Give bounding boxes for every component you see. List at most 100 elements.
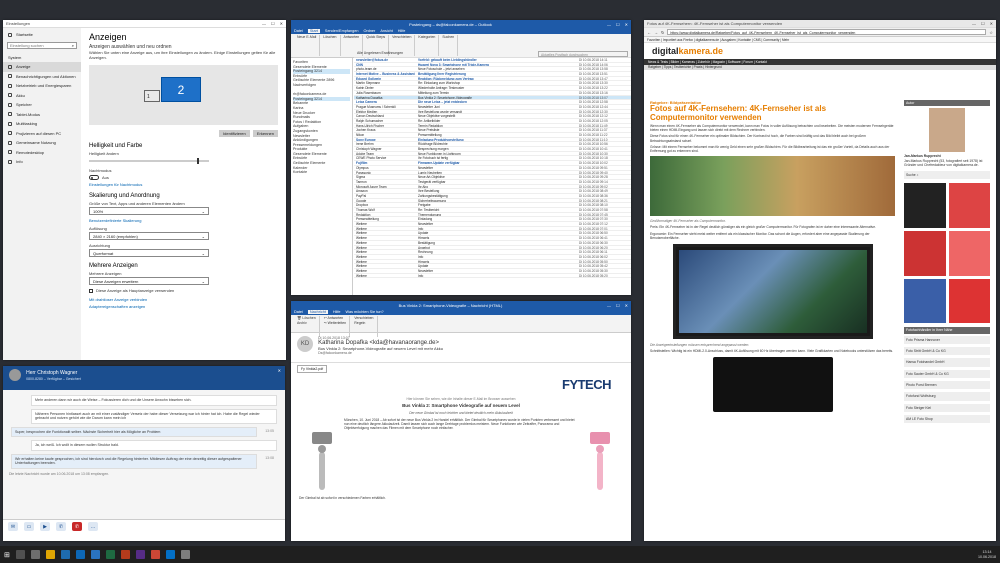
- sidebar-item[interactable]: Multitasking: [3, 119, 81, 129]
- minimize-icon[interactable]: —: [262, 21, 266, 26]
- ribbon-tab[interactable]: Senden/Empfangen: [325, 29, 359, 33]
- chrome-icon[interactable]: [150, 550, 160, 559]
- dealer-item[interactable]: Photo Porst Bremen: [904, 380, 990, 390]
- maximize-icon[interactable]: ☐: [616, 303, 620, 308]
- address-input[interactable]: https://www.digitalkamera.de/Ratgeber/Fo…: [667, 29, 987, 35]
- ribbon-group[interactable]: Neue E-Mail: [294, 35, 321, 56]
- sidebar-item-label: Anzeige: [16, 64, 31, 70]
- identify-button[interactable]: Identifizieren: [219, 130, 250, 137]
- onenote-icon[interactable]: [135, 550, 145, 559]
- search-icon[interactable]: [15, 550, 25, 559]
- minimize-icon[interactable]: —: [972, 21, 976, 26]
- close-icon[interactable]: ✕: [625, 22, 628, 27]
- attachment[interactable]: Fy Vinkla2.pdf: [297, 365, 328, 373]
- maximize-icon[interactable]: ☐: [981, 21, 985, 26]
- monitor-1[interactable]: 1: [144, 90, 160, 102]
- dealer-item[interactable]: Hansa Fotohandel GmbH: [904, 358, 990, 367]
- message-tab[interactable]: Datei: [294, 310, 303, 314]
- sidebar-item[interactable]: Speicher: [3, 100, 81, 110]
- site-logo[interactable]: digitalkamera.de: [652, 46, 723, 56]
- ribbon-tab[interactable]: Start: [307, 29, 320, 33]
- folder-item[interactable]: Kontakte: [293, 170, 350, 175]
- word-icon[interactable]: [90, 550, 100, 559]
- dealer-item[interactable]: Foto Steiger Kiel: [904, 403, 990, 412]
- minimize-icon[interactable]: —: [607, 22, 611, 27]
- sidebar-item[interactable]: Info: [3, 157, 81, 167]
- table-row[interactable]: Weitere Info Di 10.06.2018 05:20: [354, 274, 631, 279]
- dealer-item[interactable]: Foto Stritt GmbH & Co KG: [904, 347, 990, 356]
- maximize-icon[interactable]: ☐: [271, 21, 275, 26]
- explorer-icon[interactable]: [45, 550, 55, 559]
- sidebar-item[interactable]: Tablet-Modus: [3, 110, 81, 120]
- powerpoint-icon[interactable]: [120, 550, 130, 559]
- custom-scale-link[interactable]: Benutzerdefinierte Skalierung: [89, 218, 278, 223]
- sidebar-search[interactable]: Suche ⌕: [904, 171, 990, 180]
- filter-tabs[interactable]: Alle Ungelesen Erwähnungen: [357, 51, 403, 56]
- settings-icon[interactable]: [180, 550, 190, 559]
- message-tab[interactable]: Was möchten Sie tun?: [346, 310, 384, 314]
- site-subnav[interactable]: Ratgeber | Tipps | Testberichte | Praxis…: [644, 65, 996, 70]
- adapter-link[interactable]: Adaptereigenschaften anzeigen: [89, 304, 278, 309]
- sidebar-item[interactable]: Projizieren auf diesen PC: [3, 129, 81, 139]
- resolution-select[interactable]: 2840 × 2160 (empfohlen) ⌄: [89, 232, 209, 241]
- task-view-icon[interactable]: [30, 550, 40, 559]
- orientation-select[interactable]: Querformat ⌄: [89, 249, 209, 258]
- edge-icon[interactable]: [60, 550, 70, 559]
- video-icon[interactable]: ▶: [40, 522, 50, 531]
- sidebar-item[interactable]: Benachrichtigungen und Aktionen: [3, 72, 81, 82]
- message-tab[interactable]: Nachricht: [307, 310, 328, 314]
- minimize-icon[interactable]: —: [607, 303, 611, 308]
- ribbon-tab[interactable]: Datei: [294, 29, 303, 33]
- scale-select[interactable]: 100% ⌄: [89, 207, 209, 216]
- brightness-slider[interactable]: [89, 158, 209, 164]
- ribbon-tab[interactable]: Hilfe: [398, 29, 406, 33]
- nav-home[interactable]: Startseite: [3, 30, 81, 40]
- message-icon[interactable]: ✉: [8, 522, 18, 531]
- main-display-checkbox[interactable]: [89, 289, 93, 294]
- windows-start-icon[interactable]: ⊞: [4, 551, 10, 559]
- multi-select[interactable]: Diese Anzeigen erweitern ⌄: [89, 277, 209, 286]
- excel-icon[interactable]: [105, 550, 115, 559]
- taskbar-clock[interactable]: 13:14 10.06.2018: [978, 550, 996, 559]
- star-icon[interactable]: ☆: [989, 30, 993, 35]
- back-icon[interactable]: ←: [647, 30, 651, 35]
- wireless-link[interactable]: Mit drahtloser Anzeige verbinden: [89, 297, 278, 302]
- sidebar-item[interactable]: Akku: [3, 91, 81, 101]
- reload-icon[interactable]: ↻: [661, 30, 664, 35]
- chat-input-area[interactable]: ✉ ▭ ▶ ✆ ✆ …: [3, 519, 285, 541]
- nightlight-toggle[interactable]: [89, 175, 99, 181]
- message-tab[interactable]: Hilfe: [333, 310, 341, 314]
- sidebar-item[interactable]: Remotedesktop: [3, 148, 81, 158]
- ribbon-tab[interactable]: Ordner: [363, 29, 375, 33]
- close-icon[interactable]: ✕: [625, 303, 628, 308]
- sidebar-item[interactable]: Netzbetrieb und Energiesparen: [3, 81, 81, 91]
- sidebar-item[interactable]: Gemeinsame Nutzung: [3, 138, 81, 148]
- forward-icon[interactable]: →: [654, 30, 658, 35]
- browser-tab[interactable]: Fotos auf 4K-Fernsehern: 4K-Fernseher is…: [647, 21, 972, 26]
- outlook-icon[interactable]: [75, 550, 85, 559]
- dealer-item[interactable]: Foto Prisma Hannover: [904, 335, 990, 345]
- hangup-icon[interactable]: ✆: [72, 522, 82, 531]
- ribbon-group[interactable]: Löschen: [320, 35, 341, 56]
- detect-button[interactable]: Erkennen: [252, 130, 278, 137]
- display-arrangement[interactable]: 1 2: [89, 65, 278, 125]
- skype-icon[interactable]: [165, 550, 175, 559]
- close-icon[interactable]: ✕: [278, 368, 281, 373]
- dealer-item[interactable]: Foto Sauter GmbH & Co KG: [904, 369, 990, 378]
- more-icon[interactable]: …: [88, 522, 98, 531]
- sidebar-item[interactable]: Anzeige: [3, 62, 81, 72]
- dealer-item[interactable]: AM LE Foto Shop: [904, 414, 990, 424]
- nightlight-link[interactable]: Einstellungen für Nachtmodus: [89, 182, 278, 187]
- monitor-2[interactable]: 2: [161, 77, 201, 102]
- close-icon[interactable]: ✕: [990, 21, 993, 26]
- dealer-item[interactable]: Fotofund Wolfsburg: [904, 392, 990, 401]
- ad-grid[interactable]: [904, 183, 990, 324]
- nav-icon: [8, 159, 12, 164]
- settings-search-input[interactable]: Einstellung suchen ⌕: [7, 41, 77, 49]
- ribbon-tab[interactable]: Ansicht: [380, 29, 392, 33]
- close-icon[interactable]: ✕: [280, 21, 283, 26]
- mail-search-input[interactable]: Aktuelles Postfach durchsuchen: [538, 50, 628, 57]
- maximize-icon[interactable]: ☐: [616, 22, 620, 27]
- screen-share-icon[interactable]: ▭: [24, 522, 34, 531]
- phone-icon[interactable]: ✆: [56, 522, 66, 531]
